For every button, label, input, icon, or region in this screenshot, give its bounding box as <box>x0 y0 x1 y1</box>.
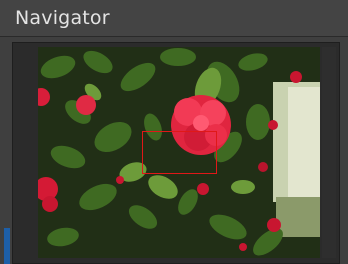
panel-title: Navigator <box>15 7 110 29</box>
visible-area-rectangle[interactable] <box>142 131 217 174</box>
left-accent-bar <box>4 228 10 264</box>
panel-titlebar[interactable]: Navigator <box>0 0 348 37</box>
navigator-right-gutter <box>322 47 336 258</box>
navigator-panel: Navigator <box>0 0 348 264</box>
